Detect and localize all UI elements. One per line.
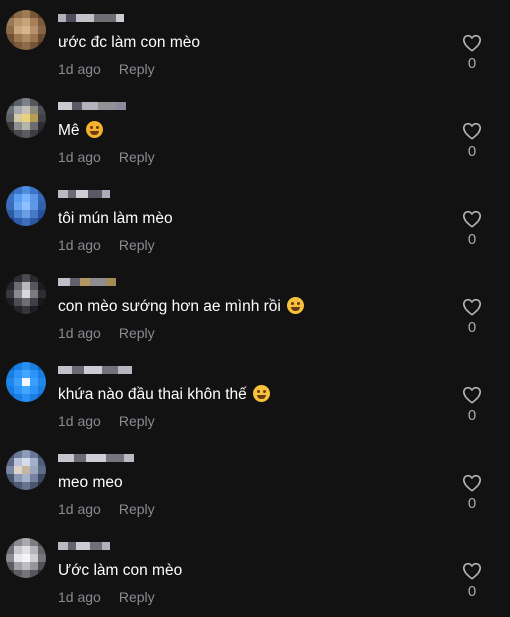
comment-item: Mê 1d ago Reply 0 (0, 88, 510, 176)
smiling-face-with-hearts-icon (85, 121, 103, 138)
avatar[interactable] (6, 274, 46, 314)
reply-button[interactable]: Reply (119, 500, 155, 518)
reply-button[interactable]: Reply (119, 60, 155, 78)
avatar[interactable] (6, 98, 46, 138)
like-count: 0 (467, 55, 477, 72)
grinning-face-with-sweat-icon (287, 297, 305, 314)
comment-item: Ước làm con mèo 1d ago Reply 0 (0, 528, 510, 616)
comment-text-body: con mèo sướng hơn ae mình rồi (58, 298, 281, 315)
comment-text-body: Ước làm con mèo (58, 562, 183, 579)
reply-button[interactable]: Reply (119, 588, 155, 606)
face-with-tears-of-joy-icon (253, 385, 271, 402)
comment-item: con mèo sướng hơn ae mình rồi 1d ago Repl… (0, 264, 510, 352)
like-count: 0 (467, 143, 477, 160)
comment-time: 1d ago (58, 237, 101, 253)
comment-text: Ước làm con mèo (58, 561, 182, 581)
comment-item: khứa nào đầu thai khôn thế 1d ago Reply 0 (0, 352, 510, 440)
reply-button[interactable]: Reply (119, 236, 155, 254)
comment-text: ước đc làm con mèo (58, 33, 200, 53)
comment-item: ước đc làm con mèo 1d ago Reply 0 (0, 0, 510, 88)
like-count: 0 (467, 583, 477, 600)
like-count: 0 (467, 495, 477, 512)
comment-time: 1d ago (58, 501, 101, 517)
heart-icon[interactable] (462, 210, 482, 228)
heart-icon[interactable] (462, 562, 482, 580)
comment-meta: 1d ago Reply (58, 324, 155, 342)
comment-text-body: ước đc làm con mèo (58, 34, 201, 51)
avatar[interactable] (6, 362, 46, 402)
comment-text-body: khứa nào đầu thai khôn thế (58, 386, 247, 403)
heart-icon[interactable] (462, 298, 482, 316)
heart-icon[interactable] (462, 474, 482, 492)
comment-item: meo meo 1d ago Reply 0 (0, 440, 510, 528)
comment-item: tôi mún làm mèo 1d ago Reply 0 (0, 176, 510, 264)
comment-text: Mê (58, 121, 103, 141)
reply-button[interactable]: Reply (119, 324, 155, 342)
like-button[interactable]: 0 (458, 298, 486, 336)
like-count: 0 (467, 319, 477, 336)
username-blurred[interactable] (58, 12, 124, 24)
username-blurred[interactable] (58, 100, 126, 112)
comment-meta: 1d ago Reply (58, 148, 155, 166)
comment-text-body: tôi mún làm mèo (58, 210, 173, 227)
comment-time: 1d ago (58, 61, 101, 77)
comment-meta: 1d ago Reply (58, 412, 155, 430)
like-button[interactable]: 0 (458, 34, 486, 72)
like-button[interactable]: 0 (458, 474, 486, 512)
username-blurred[interactable] (58, 188, 110, 200)
avatar[interactable] (6, 10, 46, 50)
like-count: 0 (467, 407, 477, 424)
comment-text: tôi mún làm mèo (58, 209, 173, 229)
avatar[interactable] (6, 538, 46, 578)
comment-text-body: Mê (58, 122, 80, 139)
comment-text: con mèo sướng hơn ae mình rồi (58, 297, 305, 317)
comment-text: khứa nào đầu thai khôn thế (58, 385, 271, 405)
comment-meta: 1d ago Reply (58, 236, 155, 254)
username-blurred[interactable] (58, 540, 110, 552)
like-button[interactable]: 0 (458, 386, 486, 424)
heart-icon[interactable] (462, 34, 482, 52)
comment-time: 1d ago (58, 413, 101, 429)
comment-text: meo meo (58, 473, 123, 493)
comment-meta: 1d ago Reply (58, 60, 155, 78)
comment-text-body: meo meo (58, 474, 123, 491)
heart-icon[interactable] (462, 122, 482, 140)
reply-button[interactable]: Reply (119, 412, 155, 430)
comment-time: 1d ago (58, 149, 101, 165)
like-button[interactable]: 0 (458, 210, 486, 248)
comment-time: 1d ago (58, 325, 101, 341)
like-button[interactable]: 0 (458, 122, 486, 160)
comment-meta: 1d ago Reply (58, 588, 155, 606)
like-button[interactable]: 0 (458, 562, 486, 600)
like-count: 0 (467, 231, 477, 248)
avatar[interactable] (6, 450, 46, 490)
avatar[interactable] (6, 186, 46, 226)
comment-meta: 1d ago Reply (58, 500, 155, 518)
comment-time: 1d ago (58, 589, 101, 605)
username-blurred[interactable] (58, 452, 134, 464)
username-blurred[interactable] (58, 276, 116, 288)
username-blurred[interactable] (58, 364, 132, 376)
heart-icon[interactable] (462, 386, 482, 404)
reply-button[interactable]: Reply (119, 148, 155, 166)
